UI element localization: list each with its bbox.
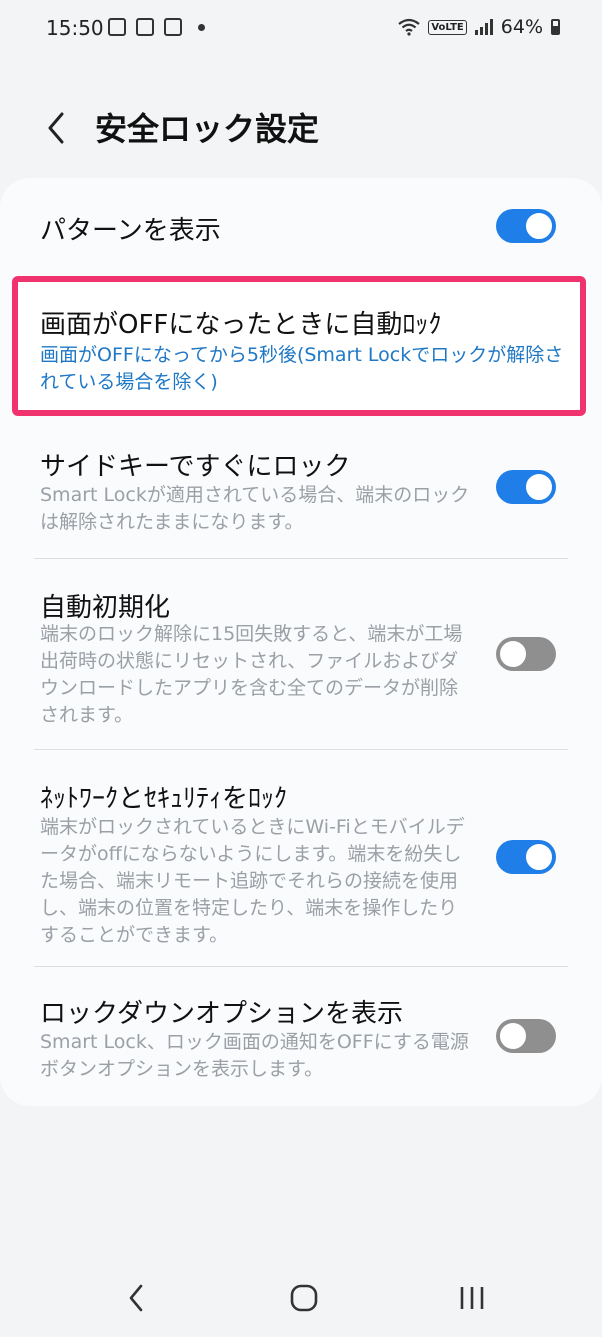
setting-lock-network-security[interactable]: ﾈｯﾄﾜｰｸとｾｷｭﾘﾃｨをﾛｯｸ 端末がロックされているときにWi-Fiとモバ… — [0, 750, 602, 966]
clipboard-icon — [164, 18, 182, 36]
setting-title: ロックダウンオプションを表示 — [40, 999, 403, 1029]
toggle-knob — [498, 639, 528, 669]
setting-show-lockdown-option[interactable]: ロックダウンオプションを表示 Smart Lock、ロック画面の通知をOFFにす… — [0, 967, 602, 1097]
toggle-knob — [524, 842, 554, 872]
show-pattern-toggle[interactable] — [496, 209, 556, 243]
toggle-knob — [498, 1021, 528, 1051]
nav-back-button[interactable] — [106, 1268, 166, 1328]
app-header: 安全ロック設定 — [0, 90, 602, 170]
auto-factory-reset-toggle[interactable] — [496, 637, 556, 671]
setting-title: パターンを表示 — [40, 216, 221, 246]
setting-auto-factory-reset[interactable]: 自動初期化 端末のロック解除に15回失敗すると、端末が工場出荷時の状態にリセット… — [0, 559, 602, 749]
setting-description: Smart Lock、ロック画面の通知をOFFにする電源ボタンオプションを表示し… — [40, 1031, 469, 1080]
page-title: 安全ロック設定 — [95, 110, 320, 148]
more-notifications-icon — [198, 23, 205, 31]
setting-description: Smart Lockが適用されている場合、端末のロックは解除されたままになります… — [40, 484, 470, 533]
signal-icon — [474, 19, 493, 35]
nav-home-button[interactable] — [274, 1268, 334, 1328]
toggle-knob — [524, 472, 554, 502]
setting-title: サイドキーですぐにロック — [40, 452, 351, 482]
chevron-left-icon — [48, 112, 64, 144]
home-icon — [290, 1284, 318, 1312]
status-right: VoLTE 64% — [398, 16, 560, 38]
back-button[interactable] — [36, 106, 76, 150]
nav-recents-button[interactable] — [442, 1268, 502, 1328]
battery-percent: 64% — [500, 16, 543, 38]
notification-icons — [108, 18, 205, 36]
gallery-icon — [108, 18, 126, 36]
status-time: 15:50 — [46, 16, 104, 40]
setting-title: 自動初期化 — [40, 593, 171, 623]
setting-auto-lock[interactable]: 画面がOFFになったときに自動ﾛｯｸ 画面がOFFになってから5秒後(Smart… — [0, 282, 602, 410]
auto-lock-timeout-value: 画面がOFFになってから5秒後(Smart Lockでロックが解除されている場合… — [40, 344, 564, 393]
setting-description: 端末のロック解除に15回失敗すると、端末が工場出荷時の状態にリセットされ、ファイ… — [40, 623, 463, 726]
setting-show-pattern[interactable]: パターンを表示 — [0, 182, 602, 272]
wifi-icon — [398, 18, 421, 36]
side-key-lock-toggle[interactable] — [496, 470, 556, 504]
show-lockdown-option-toggle[interactable] — [496, 1019, 556, 1053]
battery-icon — [551, 19, 560, 35]
back-icon — [129, 1284, 143, 1312]
setting-side-key-lock[interactable]: サイドキーですぐにロック Smart Lockが適用されている場合、端末のロック… — [0, 430, 602, 558]
search-doc-icon — [136, 18, 154, 36]
volte-badge: VoLTE — [428, 19, 467, 35]
setting-title: 画面がOFFになったときに自動ﾛｯｸ — [40, 310, 442, 340]
setting-description: 端末がロックされているときにWi-Fiとモバイルデータがoffにならないようにし… — [40, 816, 465, 946]
system-navigation-bar — [0, 1258, 602, 1337]
setting-title: ﾈｯﾄﾜｰｸとｾｷｭﾘﾃｨをﾛｯｸ — [40, 784, 288, 814]
toggle-knob — [524, 211, 554, 241]
recents-icon — [460, 1287, 484, 1309]
lock-network-security-toggle[interactable] — [496, 840, 556, 874]
status-bar: 15:50 VoLTE 64% — [0, 0, 602, 58]
